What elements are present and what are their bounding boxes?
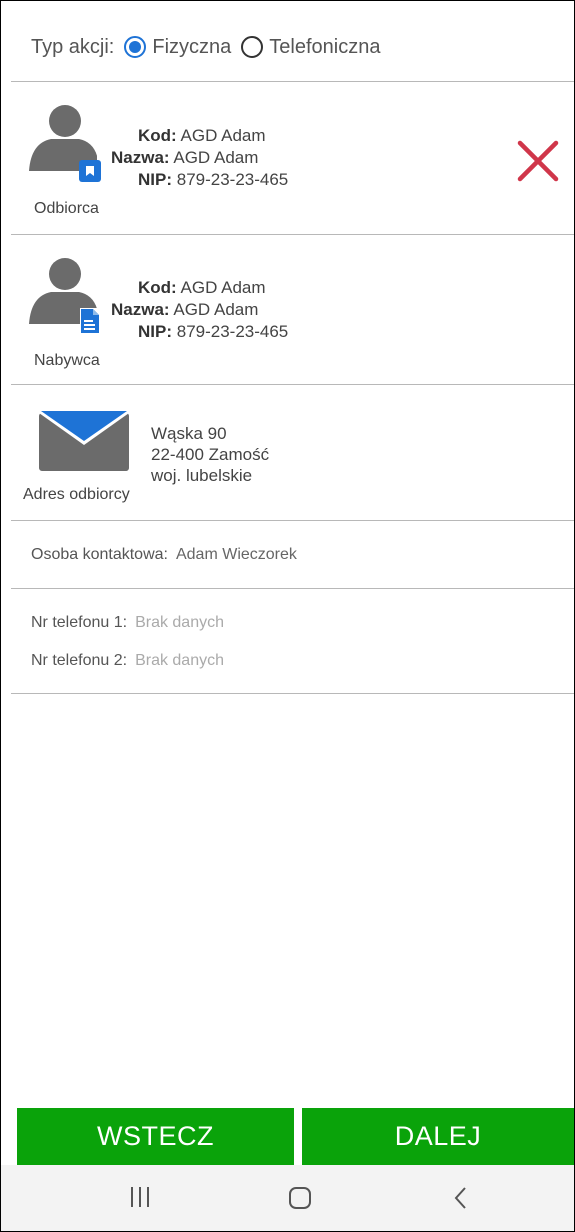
address-city: 22-400 Zamość <box>151 445 270 464</box>
buyer-kod: AGD Adam <box>180 278 266 297</box>
back-button[interactable]: WSTECZ <box>17 1108 294 1165</box>
phone1-row[interactable]: Nr telefonu 1: Brak danych <box>31 614 224 632</box>
contact-person-row[interactable]: Osoba kontaktowa: Adam Wieczorek <box>31 546 297 564</box>
phone1-value: Brak danych <box>135 614 224 631</box>
nip-label: NIP: <box>138 322 172 341</box>
envelope-icon <box>39 409 129 471</box>
buyer-nip: 879-23-23-465 <box>176 322 289 341</box>
next-button[interactable]: DALEJ <box>302 1108 574 1165</box>
recipient-nazwa: AGD Adam <box>173 148 259 167</box>
kod-label: Kod: <box>138 126 177 145</box>
divider <box>11 693 574 694</box>
address-street: Wąska 90 <box>151 424 227 443</box>
nazwa-label: Nazwa: <box>111 300 170 319</box>
recipient-info: Kod: AGD Adam Nazwa: AGD Adam NIP: 879-2… <box>111 125 288 191</box>
system-nav-bar <box>1 1165 574 1231</box>
address-lines: Wąska 90 22-400 Zamość woj. lubelskie <box>151 423 269 486</box>
address-caption: Adres odbiorcy <box>23 486 130 503</box>
radio-unselected-icon[interactable] <box>241 36 264 58</box>
document-badge-icon <box>80 308 100 334</box>
divider <box>11 520 574 521</box>
radio-telefoniczna[interactable]: Telefoniczna <box>241 36 380 59</box>
action-type-row: Typ akcji: Fizyczna Telefoniczna <box>31 21 380 73</box>
radio-fizyczna-label: Fizyczna <box>152 35 232 58</box>
phone2-row[interactable]: Nr telefonu 2: Brak danych <box>31 652 224 670</box>
radio-selected-icon[interactable] <box>124 36 147 58</box>
kod-label: Kod: <box>138 278 177 297</box>
back-icon[interactable] <box>453 1185 469 1211</box>
recipient-kod: AGD Adam <box>180 126 266 145</box>
bookmark-badge-icon <box>79 160 101 182</box>
close-icon[interactable] <box>516 139 560 183</box>
nazwa-label: Nazwa: <box>111 148 170 167</box>
radio-telefoniczna-label: Telefoniczna <box>269 35 381 58</box>
recent-apps-icon[interactable] <box>129 1185 151 1209</box>
phone1-label: Nr telefonu 1: <box>31 614 128 631</box>
nip-label: NIP: <box>138 170 172 189</box>
recipient-nip: 879-23-23-465 <box>176 170 289 189</box>
app-screen: Typ akcji: Fizyczna Telefoniczna Kod: AG… <box>0 0 575 1232</box>
divider <box>11 81 574 82</box>
buyer-nazwa: AGD Adam <box>173 300 259 319</box>
home-icon[interactable] <box>287 1185 313 1211</box>
buyer-caption: Nabywca <box>34 352 100 369</box>
address-region: woj. lubelskie <box>151 466 253 485</box>
phone2-value: Brak danych <box>135 652 224 669</box>
divider <box>11 384 574 385</box>
divider <box>11 234 574 235</box>
phone2-label: Nr telefonu 2: <box>31 652 128 669</box>
contact-value: Adam Wieczorek <box>175 546 297 563</box>
radio-fizyczna[interactable]: Fizyczna <box>124 36 231 59</box>
action-type-label: Typ akcji: <box>31 35 115 58</box>
recipient-caption: Odbiorca <box>34 200 99 217</box>
divider <box>11 588 574 589</box>
contact-label: Osoba kontaktowa: <box>31 546 168 563</box>
buyer-info: Kod: AGD Adam Nazwa: AGD Adam NIP: 879-2… <box>111 277 288 343</box>
